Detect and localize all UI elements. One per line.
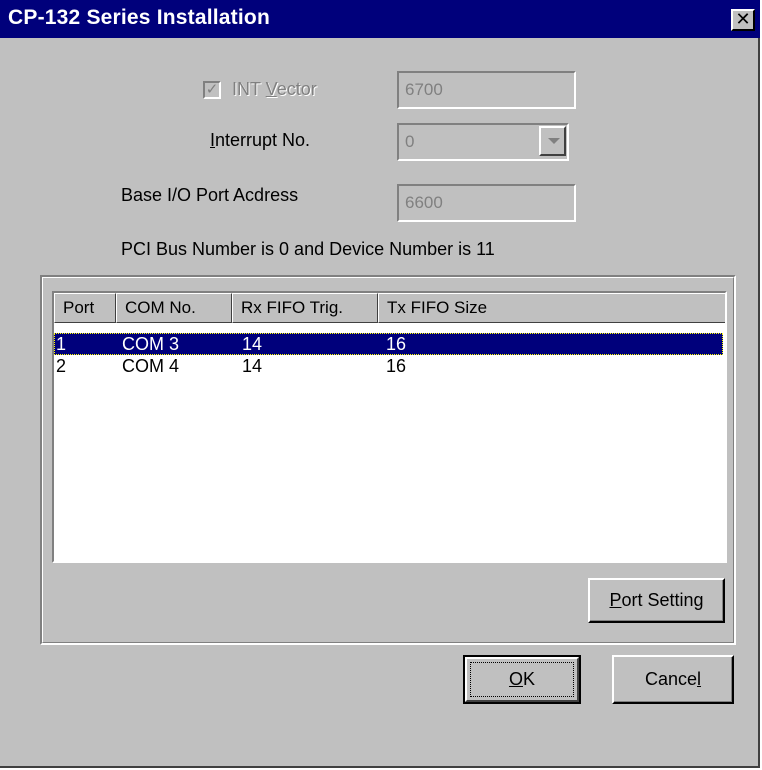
- interrupt-label: Interrupt No.: [210, 130, 310, 151]
- interrupt-label-rest: nterrupt No.: [215, 130, 311, 150]
- close-button[interactable]: ✕: [731, 9, 755, 31]
- pci-info-text: PCI Bus Number is 0 and Device Number is…: [121, 239, 495, 259]
- int-vector-label-rest: ector: [276, 79, 317, 99]
- port-list[interactable]: Port COM No. Rx FIFO Trig. Tx FIFO Size …: [52, 291, 727, 563]
- column-header-rx-fifo[interactable]: Rx FIFO Trig.: [232, 293, 378, 323]
- base-io-value: 6600: [405, 193, 443, 212]
- cell-port: 2: [56, 356, 67, 376]
- window-title: CP-132 Series Installation: [8, 6, 270, 29]
- ok-rest: K: [523, 669, 536, 689]
- table-row[interactable]: 1 COM 3 14 16: [54, 333, 723, 355]
- cancel-prefix: Cance: [644, 669, 698, 689]
- cell-rx: 14: [242, 334, 263, 354]
- int-vector-label-prefix: INT: [232, 79, 266, 99]
- ok-label: OK: [509, 669, 535, 689]
- cell-tx: 16: [386, 334, 407, 354]
- column-header-port[interactable]: Port: [54, 293, 116, 323]
- cell-com: COM 3: [122, 334, 180, 354]
- port-setting-rest: ort Setting: [621, 590, 704, 610]
- cancel-button[interactable]: Cancel: [612, 655, 734, 704]
- column-header-com-no[interactable]: COM No.: [116, 293, 232, 323]
- close-icon: ✕: [735, 9, 751, 29]
- interrupt-dropdown-button[interactable]: [539, 126, 566, 156]
- cancel-accel: l: [697, 669, 702, 689]
- int-vector-checkbox[interactable]: ✓: [203, 81, 221, 99]
- column-header-tx-fifo[interactable]: Tx FIFO Size: [378, 293, 725, 323]
- ok-accel: O: [508, 669, 523, 689]
- int-vector-value: 6700: [405, 80, 443, 99]
- base-io-label: Base I/O Port Acdress: [121, 185, 299, 205]
- installation-dialog: CP-132 Series Installation ✕ ✓ INT Vecto…: [0, 0, 760, 768]
- int-vector-label: INT Vector: [232, 79, 317, 100]
- base-io-field[interactable]: 6600: [397, 184, 576, 222]
- interrupt-value: 0: [405, 132, 415, 151]
- checkmark-icon: ✓: [205, 81, 219, 98]
- title-bar: CP-132 Series Installation ✕: [0, 0, 760, 38]
- port-setting-button[interactable]: Port Setting: [588, 578, 725, 623]
- port-list-header: Port COM No. Rx FIFO Trig. Tx FIFO Size: [54, 293, 725, 323]
- chevron-down-icon: [548, 138, 560, 144]
- port-setting-accel: P: [609, 590, 622, 610]
- int-vector-field[interactable]: 6700: [397, 71, 576, 109]
- cancel-label: Cancel: [645, 669, 701, 689]
- cell-rx: 14: [242, 356, 263, 376]
- cell-tx: 16: [386, 356, 407, 376]
- port-setting-label: Port Setting: [609, 590, 703, 610]
- cell-com: COM 4: [122, 356, 180, 376]
- cell-port: 1: [56, 334, 67, 354]
- int-vector-label-accel: V: [265, 79, 277, 99]
- ok-button[interactable]: OK: [463, 655, 581, 704]
- table-row[interactable]: 2 COM 4 14 16: [54, 355, 723, 377]
